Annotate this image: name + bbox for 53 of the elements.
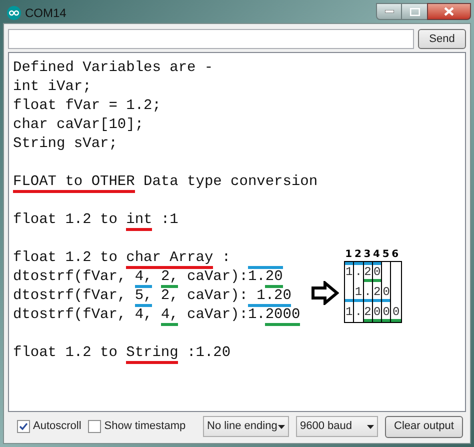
grid-cell: 0 — [382, 286, 390, 298]
message-input[interactable] — [8, 29, 414, 49]
dropdown[interactable]: No line ending — [203, 416, 289, 437]
output-line: Defined Variables are - — [13, 59, 214, 78]
grid-cell: 1 — [354, 286, 362, 298]
checkbox-label: Autoscroll — [33, 419, 82, 434]
grid-cell: 0 — [373, 266, 381, 278]
grid-cell: 0 — [382, 306, 390, 318]
checkbox[interactable] — [88, 420, 102, 433]
output-line: dtostrf(fVar, 5, 2, caVar): 1.20 — [13, 287, 292, 306]
minimize-button[interactable] — [376, 3, 402, 20]
output-line: float fVar = 1.2; — [13, 97, 161, 116]
grid-cell: 1 — [346, 266, 353, 278]
column-number: 5 — [381, 248, 390, 261]
right-arrow-icon — [311, 281, 339, 305]
close-button[interactable] — [427, 3, 471, 20]
output-line: int iVar; — [13, 78, 92, 97]
grid-cell: 2 — [373, 286, 381, 298]
caret-icon — [278, 424, 285, 428]
output-line: dtostrf(fVar, 4, 4, caVar):1.2000 — [13, 306, 300, 325]
grid-cell: 0 — [392, 306, 400, 318]
column-number: 3 — [362, 248, 372, 261]
minimize-icon — [384, 10, 394, 13]
app-logo-icon — [7, 6, 21, 20]
column-number: 1 — [344, 248, 354, 261]
column-number: 4 — [372, 248, 382, 261]
output-line: char caVar[10]; — [13, 116, 144, 135]
output-line: FLOAT to OTHER Data type conversion — [13, 173, 318, 192]
grid-cell: . — [354, 306, 362, 318]
maximize-icon — [410, 8, 420, 16]
dropdown[interactable]: 9600 baud — [296, 416, 378, 437]
window-title: COM14 — [25, 5, 66, 22]
grid-cell: 2 — [364, 306, 372, 318]
checkbox[interactable] — [17, 420, 30, 433]
grid-cell: . — [354, 266, 362, 278]
output-line: float 1.2 to String :1.20 — [13, 344, 231, 363]
grid-cell: 2 — [364, 266, 372, 278]
clear-output-button[interactable]: Clear output — [385, 416, 463, 438]
checkbox-label: Show timestamp — [104, 419, 186, 434]
output-line: String sVar; — [13, 135, 118, 154]
output-line: float 1.2 to int :1 — [13, 211, 178, 230]
grid-cell: 1 — [346, 306, 353, 318]
column-number: 6 — [390, 248, 400, 261]
caret-icon — [367, 424, 374, 428]
output-line: float 1.2 to char Array : — [13, 249, 231, 268]
send-button[interactable]: Send — [418, 29, 466, 49]
close-icon — [444, 7, 454, 16]
grid-cell: . — [364, 286, 372, 298]
maximize-button[interactable] — [402, 3, 427, 20]
check-icon — [19, 422, 28, 431]
grid-cell: 0 — [373, 306, 381, 318]
column-number: 2 — [353, 248, 362, 261]
output-line: dtostrf(fVar, 4, 2, caVar):1.20 — [13, 268, 283, 287]
